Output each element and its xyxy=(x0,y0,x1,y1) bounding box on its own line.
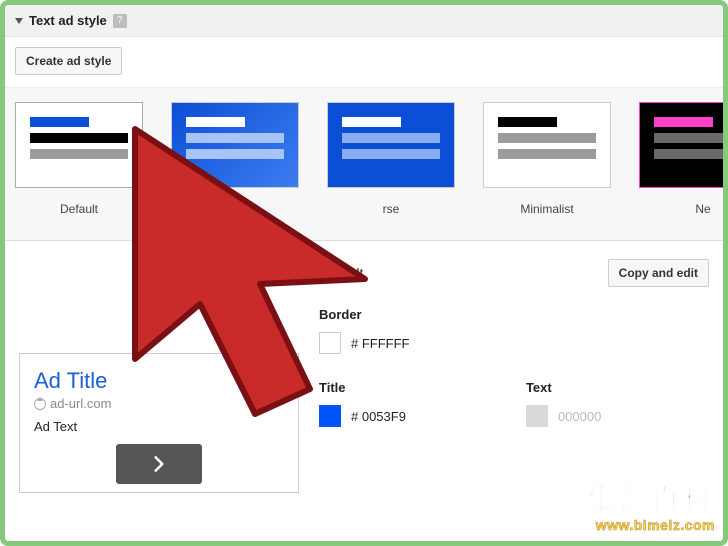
text-hex: 000000 xyxy=(558,409,601,424)
ad-title: Ad Title xyxy=(34,368,284,394)
style-card-neon[interactable]: Ne xyxy=(639,102,723,216)
style-thumb xyxy=(483,102,611,188)
ad-text: Ad Text xyxy=(34,419,284,434)
preview-column: Ad Title ad-url.com Ad Text xyxy=(19,253,299,493)
ad-arrow-button[interactable] xyxy=(116,444,202,484)
style-card-minimalist[interactable]: Minimalist xyxy=(483,102,611,216)
toolbar: Create ad style xyxy=(5,37,723,87)
style-label: Default xyxy=(15,202,143,216)
ad-url-row: ad-url.com xyxy=(34,396,284,411)
panel-header[interactable]: Text ad style ? xyxy=(5,5,723,37)
title-hex: # 0053F9 xyxy=(351,409,406,424)
adchoices-icon xyxy=(34,398,46,410)
style-card-2[interactable] xyxy=(171,102,299,216)
style-gallery: Default rse Minimalist xyxy=(5,87,723,241)
text-swatch-row: 000000 xyxy=(526,405,601,427)
collapse-icon xyxy=(15,18,23,24)
panel-title: Text ad style xyxy=(29,13,107,28)
title-color-swatch[interactable] xyxy=(319,405,341,427)
selected-style-name: Default xyxy=(319,265,363,281)
border-hex: # FFFFFF xyxy=(351,336,410,351)
text-color-swatch[interactable] xyxy=(526,405,548,427)
ad-preview: Ad Title ad-url.com Ad Text xyxy=(19,353,299,493)
copy-and-edit-button[interactable]: Copy and edit xyxy=(608,259,709,287)
ad-url: ad-url.com xyxy=(50,396,111,411)
style-thumb xyxy=(15,102,143,188)
style-card-default[interactable]: Default xyxy=(15,102,143,216)
help-icon[interactable]: ? xyxy=(113,14,127,28)
watermark-url: www.bimeiz.com xyxy=(587,517,715,533)
style-label: Minimalist xyxy=(483,202,611,216)
create-ad-style-button[interactable]: Create ad style xyxy=(15,47,122,75)
style-thumb xyxy=(639,102,723,188)
style-card-3[interactable]: rse xyxy=(327,102,455,216)
style-thumb xyxy=(171,102,299,188)
chevron-right-icon xyxy=(149,454,169,474)
title-swatch-row: # 0053F9 xyxy=(319,405,406,427)
lower-panel: Ad Title ad-url.com Ad Text Default Copy… xyxy=(5,241,723,493)
style-label: Ne xyxy=(639,202,723,216)
settings-column: Default Copy and edit Border # FFFFFF Ti… xyxy=(319,253,709,493)
title-label: Title xyxy=(319,380,406,395)
border-color-swatch[interactable] xyxy=(319,332,341,354)
style-label: rse xyxy=(327,202,455,216)
border-label: Border xyxy=(319,307,709,322)
style-thumb xyxy=(327,102,455,188)
text-label: Text xyxy=(526,380,601,395)
border-swatch-row: # FFFFFF xyxy=(319,332,709,354)
